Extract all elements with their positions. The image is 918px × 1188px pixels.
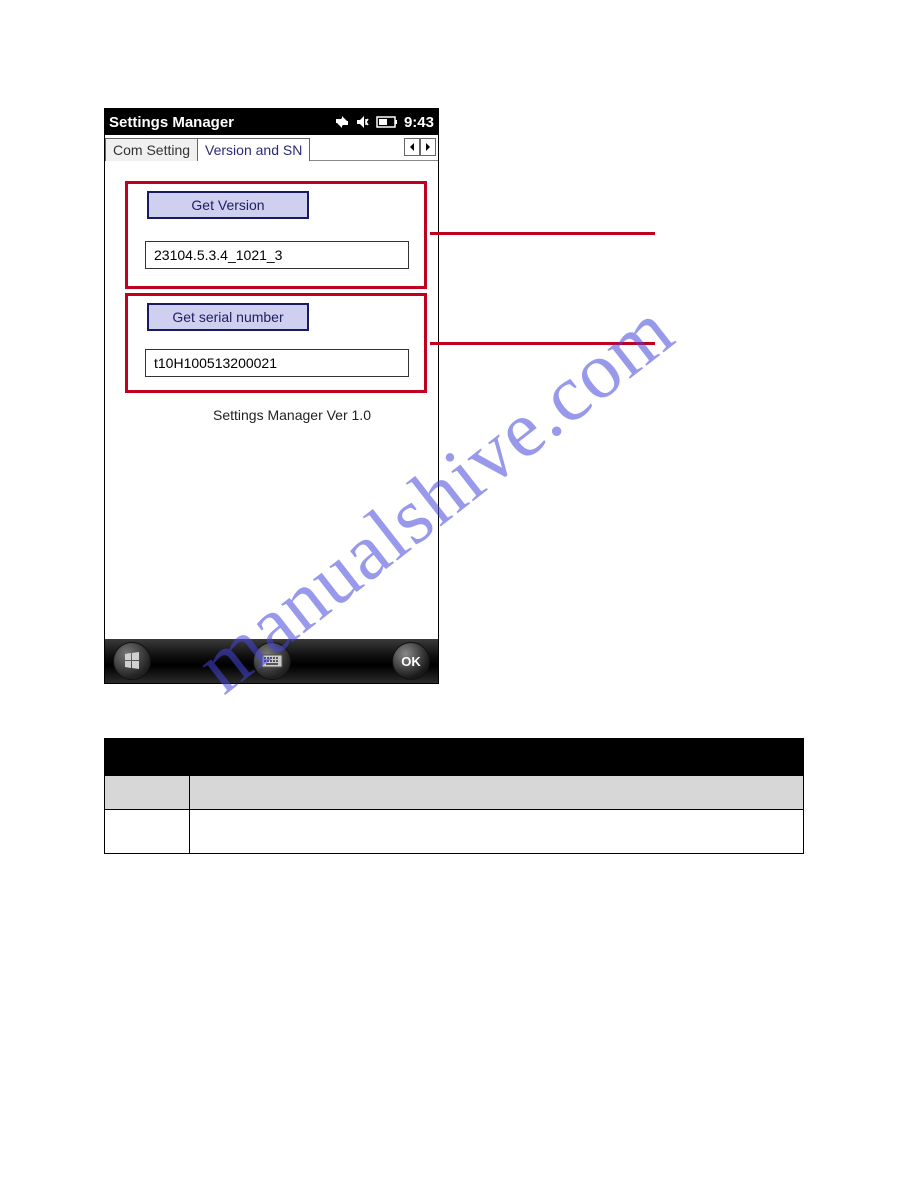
window-title: Settings Manager <box>109 114 328 131</box>
tab-scroll-left-button[interactable] <box>404 138 420 156</box>
status-clock: 9:43 <box>404 114 434 131</box>
version-field[interactable]: 23104.5.3.4_1021_3 <box>145 241 409 269</box>
sync-icon <box>334 115 350 129</box>
info-table-row2-col2 <box>190 809 803 853</box>
window-titlebar: Settings Manager 9:43 <box>105 109 438 135</box>
tab-strip: Com Setting Version and SN <box>105 135 438 161</box>
callout-leader-version <box>430 232 655 235</box>
ok-button-label: OK <box>401 654 421 669</box>
info-table-header-bar <box>105 739 803 775</box>
get-version-button[interactable]: Get Version <box>147 191 309 219</box>
content-pane: Get Version 23104.5.3.4_1021_3 Get seria… <box>105 161 438 639</box>
tab-scroll-right-button[interactable] <box>420 138 436 156</box>
device-frame: Settings Manager 9:43 Com Setting Versio… <box>104 108 439 684</box>
info-table-row1-col1 <box>105 775 190 809</box>
battery-icon <box>376 116 398 128</box>
serial-field[interactable]: t10H100513200021 <box>145 349 409 377</box>
info-table-row1-col2 <box>190 775 803 809</box>
info-table <box>104 738 804 854</box>
tab-com-setting[interactable]: Com Setting <box>105 138 198 161</box>
volume-icon <box>356 115 370 129</box>
tab-version-sn[interactable]: Version and SN <box>197 138 310 161</box>
tab-scroll-nav <box>404 138 436 156</box>
callout-leader-serial <box>430 342 655 345</box>
app-version-label: Settings Manager Ver 1.0 <box>213 407 371 423</box>
get-serial-button[interactable]: Get serial number <box>147 303 309 331</box>
info-table-row2-col1 <box>105 809 190 853</box>
start-button[interactable] <box>113 642 151 680</box>
ok-button[interactable]: OK <box>392 642 430 680</box>
keyboard-button[interactable] <box>253 642 291 680</box>
softkey-bar: OK <box>105 639 438 683</box>
